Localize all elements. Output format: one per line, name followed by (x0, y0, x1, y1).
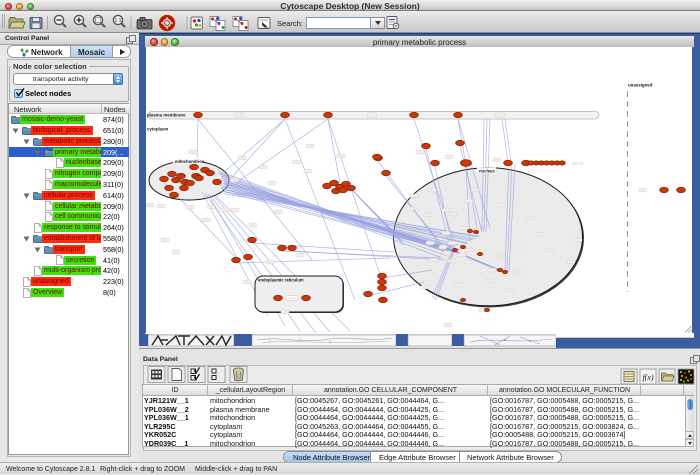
svg-text:unassigned: unassigned (628, 83, 653, 88)
svg-text:1:1: 1:1 (115, 18, 122, 24)
svg-text:Search:: Search: (277, 19, 303, 28)
svg-text:plasma membrane: plasma membrane (147, 113, 186, 118)
svg-text:endoplasmic reticulum: endoplasmic reticulum (258, 277, 304, 282)
svg-text:cytoplasm: cytoplasm (147, 127, 168, 132)
svg-text:GOx GO: GOx GO (572, 162, 584, 166)
svg-text:nucleus: nucleus (479, 168, 495, 173)
svg-text:mitochondrion: mitochondrion (175, 159, 205, 164)
svg-text:f(x): f(x) (642, 373, 653, 382)
